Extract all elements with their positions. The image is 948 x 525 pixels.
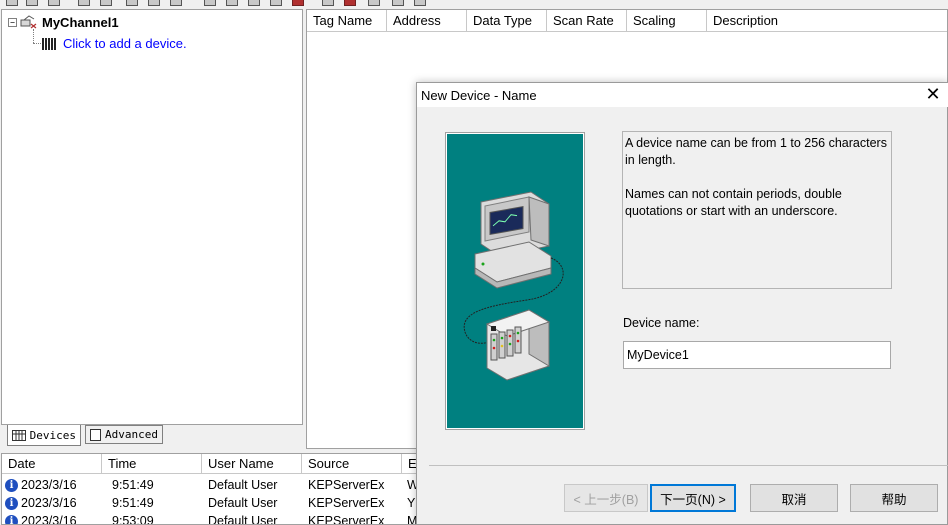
document-icon [90, 428, 101, 441]
copy-icon[interactable] [248, 0, 260, 6]
quick-client-icon[interactable] [344, 0, 356, 6]
device-name-label: Device name: [623, 316, 700, 330]
connect-icon[interactable] [392, 0, 404, 6]
help-button[interactable]: 帮助 [850, 484, 938, 512]
project-tree[interactable]: − MyChannel1 Click to add a device. [1, 9, 303, 425]
new-icon[interactable] [6, 0, 18, 6]
cancel-button[interactable]: 取消 [750, 484, 838, 512]
log-date: 2023/3/16 [21, 495, 77, 510]
dialog-titlebar[interactable]: New Device - Name ✕ [417, 83, 948, 107]
info-panel: A device name can be from 1 to 256 chara… [622, 131, 892, 289]
channel-label: MyChannel1 [42, 14, 119, 30]
column-header-tag-name[interactable]: Tag Name [307, 10, 387, 32]
wizard-illustration [445, 132, 585, 430]
new-tag-icon[interactable] [148, 0, 160, 6]
info-icon: i [5, 497, 18, 511]
info-icon: i [5, 479, 18, 493]
info-text-rules: Names can not contain periods, double qu… [625, 187, 842, 218]
cut-icon[interactable] [226, 0, 238, 6]
device-icon [42, 36, 58, 50]
paste-icon[interactable] [270, 0, 282, 6]
device-name-input[interactable] [623, 341, 891, 369]
log-row[interactable]: i 2023/3/16 9:51:49 Default User KEPServe… [2, 494, 442, 512]
properties-icon[interactable] [322, 0, 334, 6]
undo-icon[interactable] [204, 0, 216, 6]
event-log-header: Date Time User Name Source E [2, 454, 462, 474]
column-header-source[interactable]: Source [302, 454, 402, 474]
new-device-icon[interactable] [100, 0, 112, 6]
log-source: KEPServerEx [308, 496, 385, 510]
column-header-data-type[interactable]: Data Type [467, 10, 547, 32]
add-device-link[interactable]: Click to add a device. [63, 36, 187, 51]
bulk-tag-icon[interactable] [170, 0, 182, 6]
tree-connector [33, 29, 34, 43]
open-icon[interactable] [26, 0, 38, 6]
collapse-toggle[interactable]: − [8, 17, 17, 27]
column-header-user-name[interactable]: User Name [202, 454, 302, 474]
delete-icon[interactable] [292, 0, 304, 6]
log-row[interactable]: i 2023/3/16 9:51:49 Default User KEPServe… [2, 476, 442, 494]
channel-icon [20, 15, 38, 29]
log-time: 9:51:49 [112, 478, 154, 492]
new-device-dialog: New Device - Name ✕ A device name can be… [416, 82, 948, 525]
column-header-description[interactable]: Description [707, 10, 947, 32]
log-user: Default User [208, 478, 278, 492]
column-header-date[interactable]: Date [2, 454, 102, 474]
info-text-length: A device name can be from 1 to 256 chara… [625, 136, 887, 167]
dialog-separator [429, 465, 948, 466]
log-source: KEPServerEx [308, 514, 385, 525]
log-time: 9:53:09 [112, 514, 154, 525]
next-button[interactable]: 下一页(N) > [650, 484, 736, 512]
new-group-icon[interactable] [126, 0, 138, 6]
grid-icon [12, 429, 26, 441]
column-header-scan-rate[interactable]: Scan Rate [547, 10, 627, 32]
new-channel-icon[interactable] [78, 0, 90, 6]
runtime-icon[interactable] [368, 0, 380, 6]
log-source: KEPServerEx [308, 478, 385, 492]
tree-connector [33, 43, 41, 44]
toolbar [0, 0, 948, 8]
info-icon: i [5, 515, 18, 524]
close-icon[interactable]: ✕ [923, 85, 943, 105]
tab-advanced-label: Advanced [105, 428, 158, 441]
dialog-title: New Device - Name [421, 87, 537, 103]
disconnect-icon[interactable] [414, 0, 426, 6]
tab-devices-label: Devices [29, 428, 76, 442]
log-date: 2023/3/16 [21, 477, 77, 492]
app-window: − MyChannel1 Click to add a device. Devi… [0, 0, 948, 525]
column-header-time[interactable]: Time [102, 454, 202, 474]
log-user: Default User [208, 496, 278, 510]
log-user: Default User [208, 514, 278, 525]
tab-devices[interactable]: Devices [7, 425, 81, 446]
log-date: 2023/3/16 [21, 513, 77, 525]
tree-item-add-device[interactable]: Click to add a device. [42, 33, 187, 53]
tree-tab-strip: Devices Advanced [1, 425, 303, 447]
save-icon[interactable] [48, 0, 60, 6]
tag-table-header: Tag Name Address Data Type Scan Rate Sca… [307, 10, 947, 32]
computer-to-device-icon [463, 191, 564, 381]
tab-advanced[interactable]: Advanced [85, 425, 163, 444]
tree-item-channel[interactable]: − MyChannel1 [8, 12, 119, 32]
log-time: 9:51:49 [112, 496, 154, 510]
column-header-scaling[interactable]: Scaling [627, 10, 707, 32]
log-row[interactable]: i 2023/3/16 9:53:09 Default User KEPServe… [2, 512, 442, 525]
column-header-address[interactable]: Address [387, 10, 467, 32]
back-button[interactable]: < 上一步(B) [564, 484, 648, 512]
